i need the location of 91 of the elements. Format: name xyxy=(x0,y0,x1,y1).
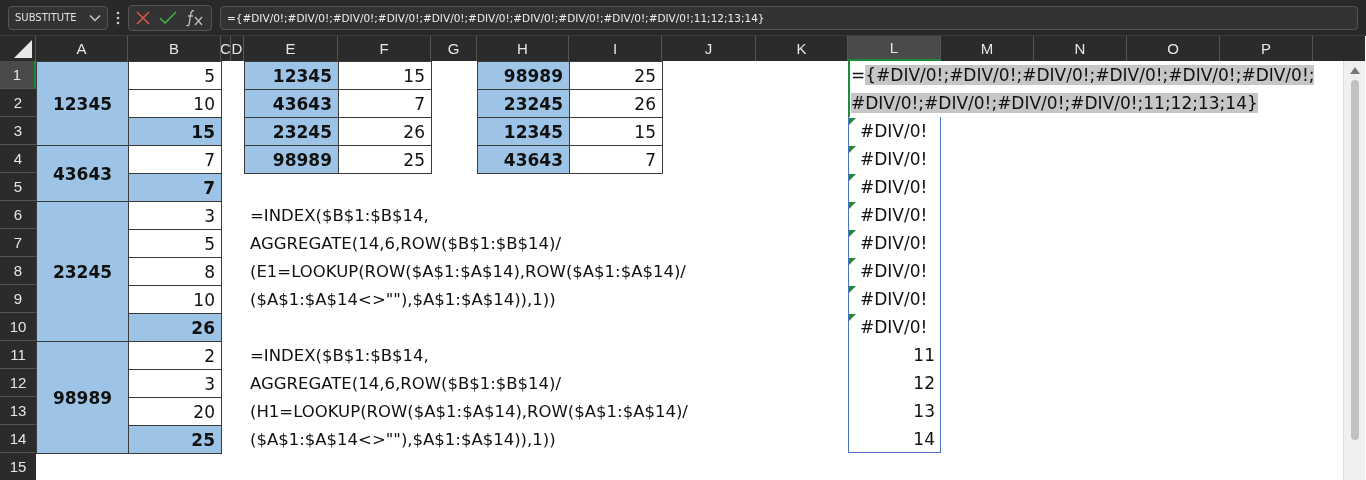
table-cell: 23245 xyxy=(477,89,570,118)
error-indicator-icon xyxy=(849,314,856,321)
function-icon[interactable] xyxy=(185,8,205,27)
chevron-down-icon xyxy=(89,13,101,22)
row-header[interactable]: 9 xyxy=(0,285,36,313)
more-icon[interactable] xyxy=(116,10,120,25)
table-cell: 7 xyxy=(569,145,663,174)
column-header[interactable]: J xyxy=(662,36,756,61)
result-cell: #DIV/0! xyxy=(848,201,941,229)
result-cell: #DIV/0! xyxy=(848,117,941,145)
name-box[interactable]: SUBSTITUTE xyxy=(8,5,108,30)
error-indicator-icon xyxy=(849,286,856,293)
table-cell: 12345 xyxy=(36,61,129,146)
table-cell: 25 xyxy=(128,425,222,454)
cancel-icon[interactable] xyxy=(135,9,151,26)
formula-text: (H1=LOOKUP(ROW($A$1:$A$14),ROW($A$1:$A$14)/ xyxy=(249,400,689,423)
column-header[interactable]: D xyxy=(231,36,244,61)
table-cell: 15 xyxy=(128,117,222,146)
row-header[interactable]: 11 xyxy=(0,341,36,369)
row-header[interactable]: 13 xyxy=(0,397,36,425)
row-header[interactable]: 3 xyxy=(0,117,36,145)
column-header[interactable]: A xyxy=(36,36,128,61)
column-header[interactable]: H xyxy=(477,36,569,61)
result-cell-text: 14 xyxy=(912,428,936,451)
select-all-icon[interactable] xyxy=(13,39,33,59)
error-indicator-icon xyxy=(849,258,856,265)
formula-text: ($A$1:$A$14<>""),$A$1:$A$14)),1)) xyxy=(249,288,557,311)
column-header[interactable]: B xyxy=(128,36,221,61)
formula-text: ($A$1:$A$14<>""),$A$1:$A$14)),1)) xyxy=(249,428,557,451)
table-cell: 26 xyxy=(128,313,222,342)
error-indicator-icon xyxy=(849,230,856,237)
row-header[interactable]: 8 xyxy=(0,257,36,285)
column-header[interactable]: I xyxy=(569,36,662,61)
table-cell: 15 xyxy=(338,61,432,90)
result-cell: #DIV/0! xyxy=(848,173,941,201)
column-header[interactable]: P xyxy=(1220,36,1313,61)
table-cell: 7 xyxy=(128,173,222,202)
table-cell: 43643 xyxy=(36,145,129,202)
result-cell-text: 12 xyxy=(912,372,936,395)
scroll-thumb[interactable] xyxy=(1350,80,1359,440)
table-cell: 98989 xyxy=(244,145,339,174)
error-indicator-icon xyxy=(849,146,856,153)
row-header[interactable]: 1 xyxy=(0,61,36,89)
formula-text: =INDEX($B$1:$B$14, xyxy=(249,204,430,227)
checkmark-icon[interactable] xyxy=(159,9,177,26)
scroll-up-icon[interactable] xyxy=(1349,67,1360,74)
error-indicator-icon xyxy=(849,202,856,209)
column-header[interactable]: N xyxy=(1034,36,1127,61)
result-cell-text: 13 xyxy=(912,400,936,423)
formula-text: AGGREGATE(14,6,ROW($B$1:$B$14)/ xyxy=(249,232,563,255)
result-cell: #DIV/0! xyxy=(848,313,941,341)
row-header[interactable]: 4 xyxy=(0,145,36,173)
column-header[interactable]: F xyxy=(338,36,431,61)
row-header[interactable]: 15 xyxy=(0,453,36,480)
table-cell: 12345 xyxy=(477,117,570,146)
result-cell: #DIV/0! xyxy=(848,145,941,173)
result-cell: #DIV/0! xyxy=(848,229,941,257)
array-preview-text: ={#DIV/0!;#DIV/0!;#DIV/0!;#DIV/0!;#DIV/0!;#DIV/0!; xyxy=(850,64,1315,87)
column-header[interactable]: O xyxy=(1127,36,1220,61)
table-cell: 5 xyxy=(128,61,222,90)
column-header[interactable]: M xyxy=(941,36,1034,61)
row-header[interactable]: 10 xyxy=(0,313,36,341)
row-header[interactable]: 6 xyxy=(0,201,36,229)
error-indicator-icon xyxy=(849,174,856,181)
row-header[interactable]: 2 xyxy=(0,89,36,117)
row-header[interactable]: 12 xyxy=(0,369,36,397)
formula-text: =INDEX($B$1:$B$14, xyxy=(249,344,430,367)
array-preview-text: #DIV/0!;#DIV/0!;#DIV/0!;#DIV/0!;11;12;13;14} xyxy=(850,92,1258,115)
table-cell: 12345 xyxy=(244,61,339,90)
column-header[interactable]: E xyxy=(244,36,338,61)
table-cell: 43643 xyxy=(244,89,339,118)
formula-field[interactable]: ={#DIV/0!;#DIV/0!;#DIV/0!;#DIV/0!;#DIV/0!;#DIV/0!;#DIV/0!;#DIV/0!;#DIV/0!;#DIV/0!;11;12;13;14} xyxy=(220,5,1358,30)
column-header[interactable]: L xyxy=(848,36,941,61)
result-cell: #DIV/0! xyxy=(848,257,941,285)
table-cell: 25 xyxy=(338,145,432,174)
formula-text: (E1=LOOKUP(ROW($A$1:$A$14),ROW($A$1:$A$14)/ xyxy=(249,260,687,283)
column-header[interactable]: K xyxy=(756,36,848,61)
formula-text: AGGREGATE(14,6,ROW($B$1:$B$14)/ xyxy=(249,372,563,395)
table-cell: 25 xyxy=(569,61,663,90)
table-cell: 98989 xyxy=(477,61,570,90)
table-cell: 23245 xyxy=(244,117,339,146)
table-cell: 43643 xyxy=(477,145,570,174)
result-cell-text: 11 xyxy=(912,344,936,367)
result-cell: #DIV/0! xyxy=(848,285,941,313)
row-header[interactable]: 7 xyxy=(0,229,36,257)
row-header[interactable]: 14 xyxy=(0,425,36,453)
table-cell: 23245 xyxy=(36,201,129,342)
scrollbar[interactable] xyxy=(1343,61,1365,480)
column-header[interactable]: G xyxy=(431,36,477,61)
row-header[interactable]: 5 xyxy=(0,173,36,201)
table-cell: 98989 xyxy=(36,341,129,454)
